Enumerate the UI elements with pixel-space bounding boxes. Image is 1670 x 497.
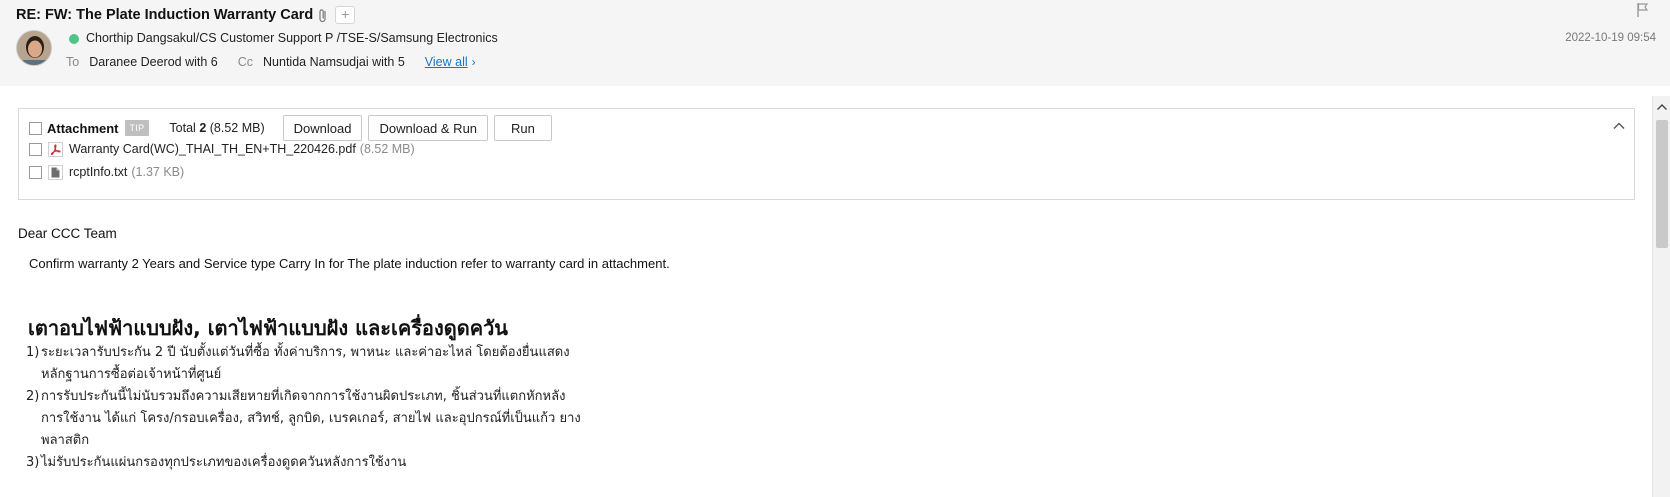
text-file-icon xyxy=(48,164,63,180)
online-status-icon xyxy=(69,34,79,44)
list-item: 1) ระยะเวลารับประกัน 2 ปี นับตั้งแต่วันท… xyxy=(26,342,586,386)
email-greeting: Dear CCC Team xyxy=(18,226,117,241)
list-text: การรับประกันนี้ไม่นับรวมถึงความเสียหายที… xyxy=(41,389,581,448)
attachment-checkbox[interactable] xyxy=(29,165,42,179)
scroll-up-icon[interactable] xyxy=(1656,100,1668,110)
tip-badge[interactable]: TIP xyxy=(124,120,150,136)
list-number: 3) xyxy=(26,455,40,470)
attachment-item[interactable]: rcptInfo.txt (1.37 KB) xyxy=(29,162,184,182)
cc-label: Cc xyxy=(237,55,254,69)
thai-heading: เตาอบไฟฟ้าแบบฝัง, เตาไฟฟ้าแบบฝัง และเครื… xyxy=(28,316,508,340)
attachment-filename[interactable]: Warranty Card(WC)_THAI_TH_EN+TH_220426.p… xyxy=(69,142,356,156)
list-number: 2) xyxy=(26,389,40,404)
to-recipients[interactable]: Daranee Deerod with 6 xyxy=(89,54,218,70)
list-item: 3) ไม่รับประกันแผ่นกรองทุกประเภทของเครื่… xyxy=(26,452,586,474)
attachment-checkbox[interactable] xyxy=(29,142,42,156)
attachment-item[interactable]: Warranty Card(WC)_THAI_TH_EN+TH_220426.p… xyxy=(29,139,415,159)
download-button[interactable]: Download xyxy=(282,115,363,141)
email-date: 2022-10-19 09:54 xyxy=(1565,32,1656,44)
attachment-size: (8.52 MB) xyxy=(359,142,415,156)
to-label: To xyxy=(66,55,80,69)
total-size: (8.52 MB) xyxy=(209,121,265,135)
list-number: 1) xyxy=(26,345,40,360)
attachment-size: (1.37 KB) xyxy=(131,165,185,179)
pdf-icon xyxy=(48,141,63,157)
total-count: 2 xyxy=(199,121,207,135)
thai-warranty-list: 1) ระยะเวลารับประกัน 2 ปี นับตั้งแต่วันท… xyxy=(26,342,586,474)
attachment-panel: Attachment TIP Total 2 (8.52 MB) Downloa… xyxy=(18,108,1635,200)
download-run-button[interactable]: Download & Run xyxy=(368,115,489,141)
attachment-total: Total 2 (8.52 MB) xyxy=(169,121,264,135)
attachment-toolbar: Attachment TIP Total 2 (8.52 MB) Downloa… xyxy=(29,114,552,142)
recipients-row: To Daranee Deerod with 6 Cc Nuntida Nams… xyxy=(66,54,476,70)
email-body-text: Confirm warranty 2 Years and Service typ… xyxy=(29,256,670,271)
cc-recipients[interactable]: Nuntida Namsudjai with 5 xyxy=(263,54,405,70)
list-text: ไม่รับประกันแผ่นกรองทุกประเภทของเครื่องด… xyxy=(41,455,407,470)
scrollbar-thumb[interactable] xyxy=(1656,120,1668,248)
chevron-right-icon[interactable]: › xyxy=(472,54,476,70)
sender-name[interactable]: Chorthip Dangsakul/CS Customer Support P… xyxy=(86,30,498,46)
sender-avatar[interactable] xyxy=(16,30,52,66)
attachment-filename[interactable]: rcptInfo.txt xyxy=(69,165,127,179)
email-subject: RE: FW: The Plate Induction Warranty Car… xyxy=(16,7,314,23)
total-label: Total xyxy=(169,121,196,135)
run-button[interactable]: Run xyxy=(494,115,552,141)
select-all-checkbox[interactable] xyxy=(29,121,42,135)
view-all-link[interactable]: View all xyxy=(425,54,468,70)
attachment-title: Attachment xyxy=(47,120,119,136)
chevron-up-icon[interactable] xyxy=(1612,119,1626,133)
flag-icon[interactable] xyxy=(1636,2,1650,18)
paperclip-icon xyxy=(317,7,329,23)
list-text: ระยะเวลารับประกัน 2 ปี นับตั้งแต่วันที่ซ… xyxy=(41,345,570,382)
email-header: RE: FW: The Plate Induction Warranty Car… xyxy=(0,0,1670,86)
list-item: 2) การรับประกันนี้ไม่นับรวมถึงความเสียหา… xyxy=(26,386,586,452)
vertical-scrollbar[interactable] xyxy=(1652,96,1670,497)
subject-row: RE: FW: The Plate Induction Warranty Car… xyxy=(16,4,356,26)
add-tag-button[interactable]: + xyxy=(335,6,356,24)
